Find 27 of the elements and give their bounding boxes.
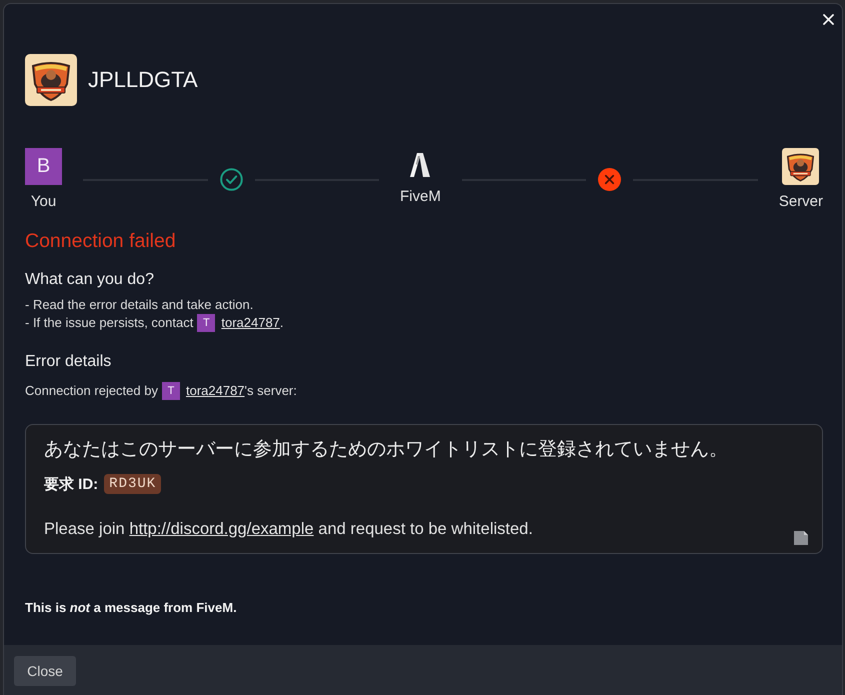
section-heading: Error details [25, 352, 112, 372]
step-label: FiveM [400, 188, 441, 206]
user-link[interactable]: tora24787 [221, 314, 280, 332]
shield-logo-icon [782, 148, 820, 185]
user-link[interactable]: tora24787 [186, 382, 245, 400]
shield-logo-icon [25, 54, 77, 106]
error-intro-text: Connection rejected by T tora24787's server: [25, 382, 298, 400]
help-text: - Read the error details and take action. [25, 296, 254, 314]
request-id-label: 要求 ID: [44, 474, 98, 494]
step-label: You [30, 193, 56, 211]
section-heading: What can you do? [25, 270, 155, 290]
message-text: あなたはこのサーバーに参加するためのホワイトリストに登録されていません。 [44, 438, 729, 462]
join-text: Please join http://discord.gg/example and request to be whitelisted. [44, 519, 533, 539]
step-label: Server [778, 193, 824, 211]
disclaimer-text: This is not a message from FiveM. [25, 599, 238, 617]
broken-image-icon [794, 531, 808, 545]
discord-link[interactable]: http://discord.gg/example [129, 520, 314, 538]
server-name: JPLLDGTA [88, 67, 198, 93]
user-avatar: T [162, 382, 180, 400]
user-avatar: B [25, 148, 62, 185]
request-id-code: RD3UK [104, 474, 162, 494]
close-icon [822, 14, 834, 24]
error-title: Connection failed [25, 229, 177, 253]
lambda-logo-icon [410, 153, 430, 177]
help-text: - If the issue persists, contact T tora24787. [25, 314, 285, 332]
close-button[interactable]: Close [14, 656, 76, 686]
user-avatar: T [197, 314, 216, 332]
